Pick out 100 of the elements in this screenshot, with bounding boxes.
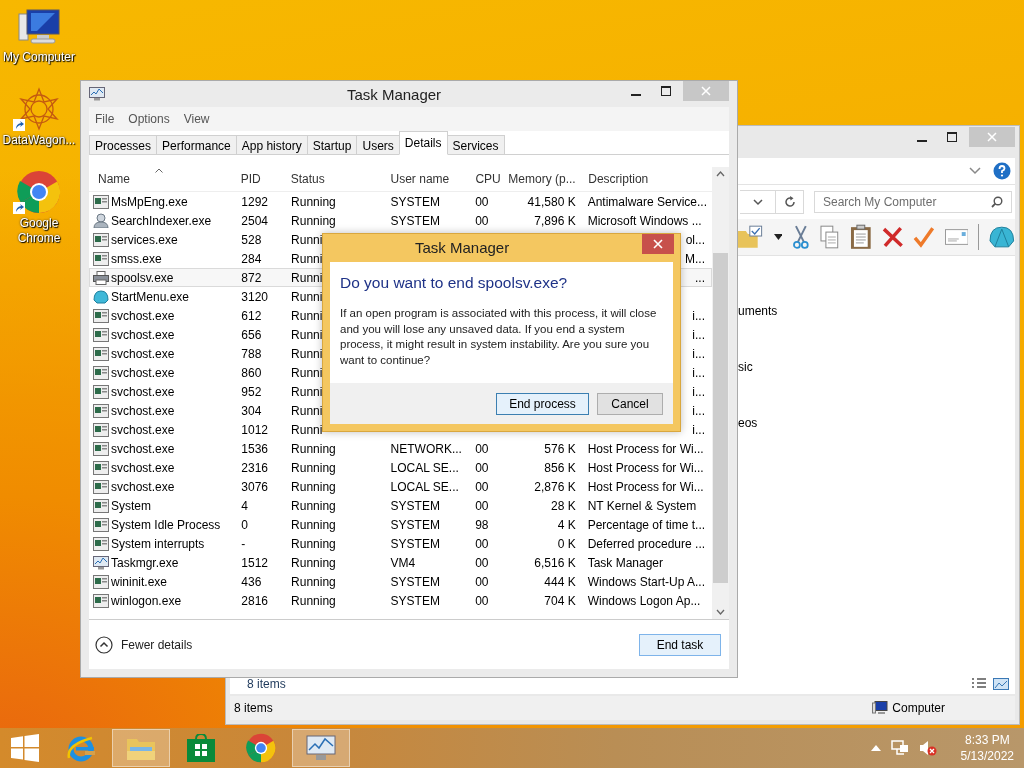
table-cell: Runni <box>291 365 323 380</box>
table-cell: 00 <box>475 555 489 570</box>
table-cell: Host Process for Wi... <box>587 460 704 475</box>
table-cell: Runni <box>291 308 323 323</box>
table-cell: 0 <box>241 517 248 532</box>
table-cell: 7,896 K <box>534 213 576 228</box>
table-cell: Antimalware Service... <box>587 194 708 209</box>
status-location: Computer <box>892 701 945 715</box>
table-cell: 1536 <box>241 441 268 456</box>
table-cell: Runni <box>291 422 323 437</box>
table-cell: Runni <box>291 251 323 266</box>
table-cell: 00 <box>475 194 489 209</box>
table-cell: services.exe <box>111 232 178 247</box>
table-cell: 4 K <box>557 517 576 532</box>
table-cell: 436 <box>241 574 262 589</box>
table-cell: 98 <box>475 517 489 532</box>
table-cell: 1292 <box>241 194 268 209</box>
table-cell: 3120 <box>241 289 268 304</box>
table-cell: Windows Start-Up A... <box>587 574 706 589</box>
table-cell: smss.exe <box>111 251 162 266</box>
table-cell: 1012 <box>241 422 268 437</box>
table-cell: Deferred procedure ... <box>587 536 706 551</box>
window-title: Task Manager <box>345 85 443 103</box>
table-cell: M... <box>685 251 706 266</box>
table-cell: Runni <box>291 232 323 247</box>
table-cell: Running <box>291 517 336 532</box>
table-cell: i... <box>692 327 706 342</box>
table-cell: 704 K <box>544 593 576 608</box>
table-cell: 612 <box>241 308 262 323</box>
table-cell: Running <box>291 536 336 551</box>
table-cell: svchost.exe <box>111 346 175 361</box>
table-cell: Windows Logon Ap... <box>587 593 701 608</box>
table-cell: Percentage of time t... <box>587 517 706 532</box>
table-cell: 788 <box>241 346 262 361</box>
table-cell: System interrupts <box>111 536 205 551</box>
table-cell: wininit.exe <box>111 574 168 589</box>
table-cell: svchost.exe <box>111 365 175 380</box>
table-cell: spoolsv.exe <box>111 270 174 285</box>
table-cell: 1512 <box>241 555 268 570</box>
table-cell: SYSTEM <box>390 213 440 228</box>
table-cell: svchost.exe <box>111 384 175 399</box>
dialog-title: Task Manager <box>415 238 510 258</box>
table-cell: 444 K <box>544 574 576 589</box>
table-cell: i... <box>692 308 706 323</box>
status-item-count: 8 items <box>234 701 273 715</box>
table-cell: 872 <box>241 270 262 285</box>
table-cell: 2504 <box>241 213 268 228</box>
table-cell: svchost.exe <box>111 422 175 437</box>
table-cell: 528 <box>241 232 262 247</box>
table-cell: 4 <box>241 498 248 513</box>
table-cell: Running <box>291 460 336 475</box>
table-cell: 00 <box>475 536 489 551</box>
table-cell: 856 K <box>544 460 576 475</box>
table-cell: svchost.exe <box>111 441 175 456</box>
table-cell: SYSTEM <box>390 498 440 513</box>
table-cell: NETWORK... <box>390 441 462 456</box>
table-cell: Host Process for Wi... <box>587 441 704 456</box>
table-cell: SYSTEM <box>390 194 440 209</box>
dialog-message: If an open program is associated with this process, it will close and you will lose any unsaved data. If you end a system process, it might result in system instability. Are you sure you want to continue? <box>340 306 658 368</box>
table-cell: svchost.exe <box>111 308 175 323</box>
table-cell: Taskmgr.exe <box>111 555 179 570</box>
table-cell: ol... <box>685 232 706 247</box>
table-cell: StartMenu.exe <box>111 289 190 304</box>
table-cell: 656 <box>241 327 262 342</box>
table-cell: Runni <box>291 403 323 418</box>
table-cell: Running <box>291 194 336 209</box>
table-cell: Running <box>291 498 336 513</box>
table-cell: Running <box>291 555 336 570</box>
table-cell: 860 <box>241 365 262 380</box>
table-cell: 2316 <box>241 460 268 475</box>
table-cell: 3076 <box>241 479 268 494</box>
table-cell: 00 <box>475 574 489 589</box>
table-cell: 576 K <box>544 441 576 456</box>
table-cell: ... <box>695 270 706 285</box>
table-cell: winlogon.exe <box>111 593 182 608</box>
table-cell: i... <box>692 422 706 437</box>
table-cell: 00 <box>475 213 489 228</box>
table-cell: Runni <box>291 289 323 304</box>
table-cell: - <box>241 536 246 551</box>
table-cell: Running <box>291 479 336 494</box>
table-cell: SYSTEM <box>390 574 440 589</box>
table-cell: 2,876 K <box>534 479 576 494</box>
table-cell: 28 K <box>550 498 576 513</box>
table-cell: i... <box>692 365 706 380</box>
table-cell: SYSTEM <box>390 593 440 608</box>
table-cell: 00 <box>475 498 489 513</box>
table-cell: Running <box>291 441 336 456</box>
table-cell: svchost.exe <box>111 479 175 494</box>
table-cell: 00 <box>475 460 489 475</box>
table-cell: i... <box>692 346 706 361</box>
table-cell: Host Process for Wi... <box>587 479 704 494</box>
table-cell: MsMpEng.exe <box>111 194 188 209</box>
table-cell: 952 <box>241 384 262 399</box>
table-cell: Runni <box>291 270 323 285</box>
table-cell: Running <box>291 574 336 589</box>
table-cell: SYSTEM <box>390 536 440 551</box>
table-cell: Runni <box>291 327 323 342</box>
table-cell: NT Kernel & System <box>587 498 697 513</box>
table-cell: svchost.exe <box>111 460 175 475</box>
table-cell: Runni <box>291 384 323 399</box>
